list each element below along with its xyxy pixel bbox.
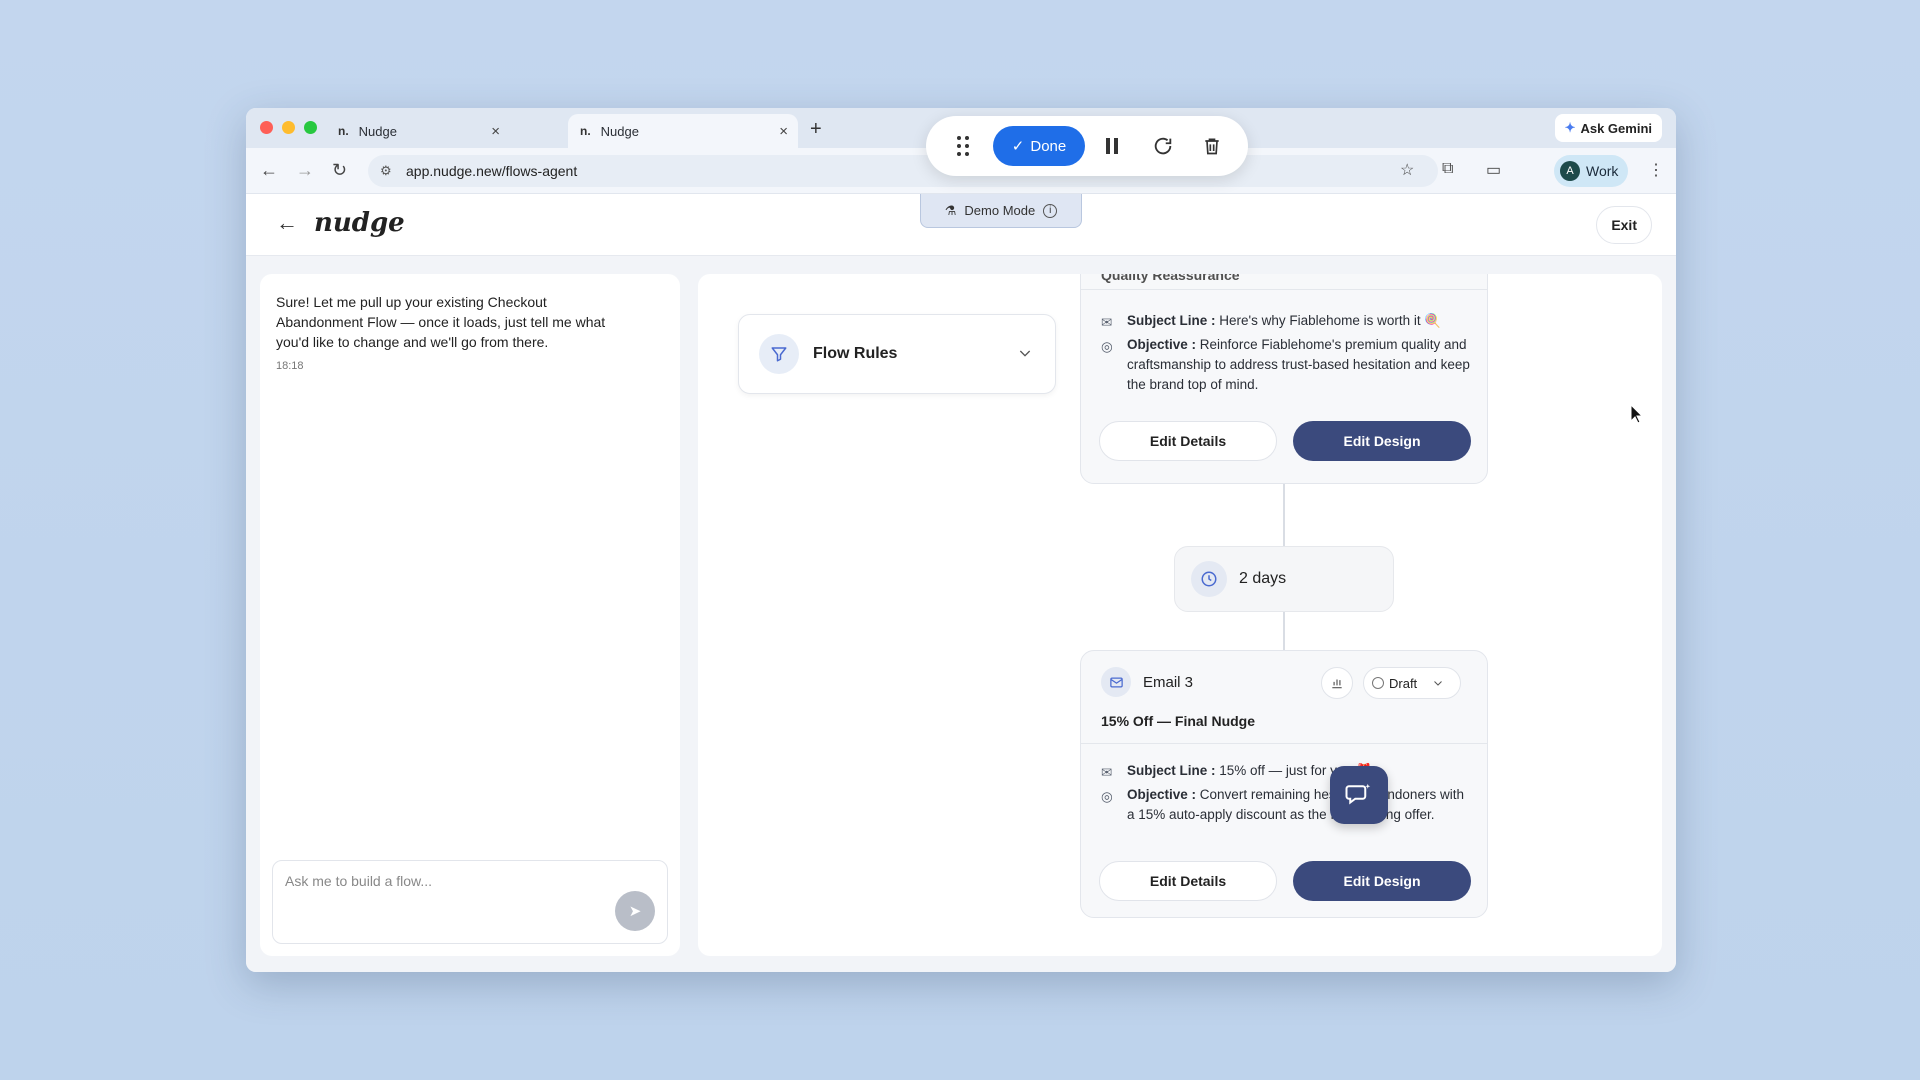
status-dropdown[interactable]: Draft	[1363, 667, 1461, 699]
ask-gemini-button[interactable]: ✦ Ask Gemini	[1554, 114, 1662, 142]
new-tab-icon[interactable]: +	[810, 118, 822, 141]
url-text: app.nudge.new/flows-agent	[406, 163, 578, 179]
chat-input-box[interactable]: ➤	[272, 860, 668, 944]
flow-rules-dropdown[interactable]: Flow Rules	[738, 314, 1056, 394]
mail-icon: ✉	[1101, 315, 1113, 330]
restart-icon[interactable]	[1152, 134, 1174, 158]
subject-label: Subject Line :	[1127, 313, 1216, 328]
trash-icon[interactable]	[1202, 134, 1222, 158]
assistant-message: Sure! Let me pull up your existing Check…	[276, 294, 606, 350]
maximize-window-button[interactable]	[304, 121, 317, 134]
objective-label: Objective :	[1127, 787, 1197, 802]
profile-button[interactable]: A Work	[1554, 155, 1629, 187]
done-button[interactable]: ✓ Done	[993, 126, 1085, 166]
bookmark-star-icon[interactable]: ☆	[1400, 160, 1414, 180]
mail-icon: ✉	[1101, 765, 1113, 780]
forward-icon[interactable]: →	[296, 160, 314, 181]
check-icon: ✓	[1011, 138, 1025, 155]
ask-gemini-label: Ask Gemini	[1580, 120, 1652, 136]
edit-details-button[interactable]: Edit Details	[1099, 861, 1277, 901]
avatar: A	[1560, 161, 1580, 181]
mouse-cursor-icon	[1630, 404, 1644, 424]
email-2-card: Quality Reassurance ✉ Subject Line : Her…	[1080, 274, 1488, 484]
reload-icon[interactable]: ↻	[332, 160, 347, 181]
url-field[interactable]: ⚙ app.nudge.new/flows-agent	[368, 155, 1438, 187]
flask-icon: ⚗	[944, 202, 957, 218]
pause-icon[interactable]	[1104, 134, 1120, 158]
profile-label: Work	[1586, 163, 1619, 179]
flow-canvas[interactable]: Flow Rules Quality Reassurance ✉ Subject…	[698, 274, 1662, 956]
chevron-down-icon	[1019, 350, 1031, 357]
send-button[interactable]: ➤	[615, 891, 655, 931]
email-3-name: Email 3	[1143, 673, 1194, 691]
back-icon[interactable]: ←	[260, 160, 278, 181]
nudge-logo: nudge	[314, 208, 405, 238]
chat-support-button[interactable]	[1330, 766, 1388, 824]
nudge-favicon-icon: n.	[338, 124, 349, 138]
email-3-objective: ◎ Objective : Convert remaining hesitant…	[1101, 785, 1471, 825]
close-tab-icon[interactable]: ×	[491, 123, 500, 140]
chat-panel: Sure! Let me pull up your existing Check…	[260, 274, 680, 956]
tab-2[interactable]: n. Nudge ×	[568, 114, 798, 148]
divider	[1081, 289, 1487, 290]
email-3-title: 15% Off — Final Nudge	[1101, 713, 1256, 729]
subject-text: Here's why Fiablehome is worth it 🍭	[1219, 313, 1442, 328]
app-content: ← nudge Exit ⚗ Demo Mode i Sure! Let me …	[246, 194, 1676, 972]
nudge-favicon-icon: n.	[580, 124, 591, 138]
recording-toolbar: ✓ Done	[926, 116, 1248, 176]
email-2-subject-line: ✉ Subject Line : Here's why Fiablehome i…	[1101, 311, 1471, 333]
mail-icon	[1101, 667, 1131, 697]
demo-mode-label: Demo Mode	[964, 203, 1036, 218]
email-3-subject-line: ✉ Subject Line : 15% off — just for you …	[1101, 761, 1471, 783]
close-window-button[interactable]	[260, 121, 273, 134]
chat-input[interactable]	[285, 873, 615, 889]
drag-handle-icon[interactable]	[956, 134, 972, 158]
subject-label: Subject Line :	[1127, 763, 1216, 778]
draft-status-icon	[1372, 677, 1384, 689]
clock-icon	[1191, 561, 1227, 597]
divider	[1081, 743, 1487, 744]
bar-chart-icon	[1332, 679, 1342, 689]
extensions-icon[interactable]: ⧉	[1442, 160, 1453, 178]
email-3-card: Email 3 Draft 15% Off — Final Nudge ✉ Su…	[1080, 650, 1488, 918]
message-timestamp: 18:18	[276, 360, 304, 372]
analytics-button[interactable]	[1321, 667, 1353, 699]
info-icon[interactable]: i	[1043, 203, 1058, 218]
browser-window: n. Nudge × n. Nudge × + ✦ Ask Gemini ← →…	[246, 108, 1676, 972]
done-label: Done	[1030, 137, 1067, 155]
cast-icon[interactable]: ▭	[1486, 160, 1501, 180]
email-3-header: Email 3	[1101, 667, 1193, 697]
demo-mode-badge: ⚗ Demo Mode i	[920, 194, 1082, 228]
tab-title: Nudge	[358, 123, 397, 139]
flow-connector	[1283, 612, 1285, 650]
edit-design-button[interactable]: Edit Design	[1293, 421, 1471, 461]
send-icon: ➤	[628, 903, 642, 920]
minimize-window-button[interactable]	[282, 121, 295, 134]
email-2-title: Quality Reassurance	[1101, 274, 1240, 283]
delay-node[interactable]: 2 days	[1174, 546, 1394, 612]
tab-title: Nudge	[600, 123, 639, 139]
chevron-down-icon	[1434, 681, 1443, 686]
delay-label: 2 days	[1239, 570, 1287, 587]
menu-kebab-icon[interactable]: ⋮	[1648, 160, 1664, 180]
status-label: Draft	[1389, 675, 1418, 691]
objective-label: Objective :	[1127, 337, 1197, 352]
chat-bubbles-icon	[1345, 783, 1371, 805]
edit-design-button[interactable]: Edit Design	[1293, 861, 1471, 901]
target-icon: ◎	[1101, 339, 1113, 354]
target-icon: ◎	[1101, 789, 1113, 804]
back-arrow-icon[interactable]: ←	[276, 210, 298, 236]
exit-button[interactable]: Exit	[1596, 206, 1652, 244]
tab-1[interactable]: n. Nudge ×	[326, 114, 510, 148]
email-2-objective: ◎ Objective : Reinforce Fiablehome's pre…	[1101, 335, 1471, 395]
site-settings-icon[interactable]: ⚙	[380, 163, 392, 179]
gemini-sparkle-icon: ✦	[1564, 120, 1576, 135]
close-tab-icon[interactable]: ×	[779, 123, 788, 140]
flow-rules-title: Flow Rules	[813, 345, 898, 362]
filter-icon	[759, 334, 799, 374]
flow-connector	[1283, 484, 1285, 546]
edit-details-button[interactable]: Edit Details	[1099, 421, 1277, 461]
